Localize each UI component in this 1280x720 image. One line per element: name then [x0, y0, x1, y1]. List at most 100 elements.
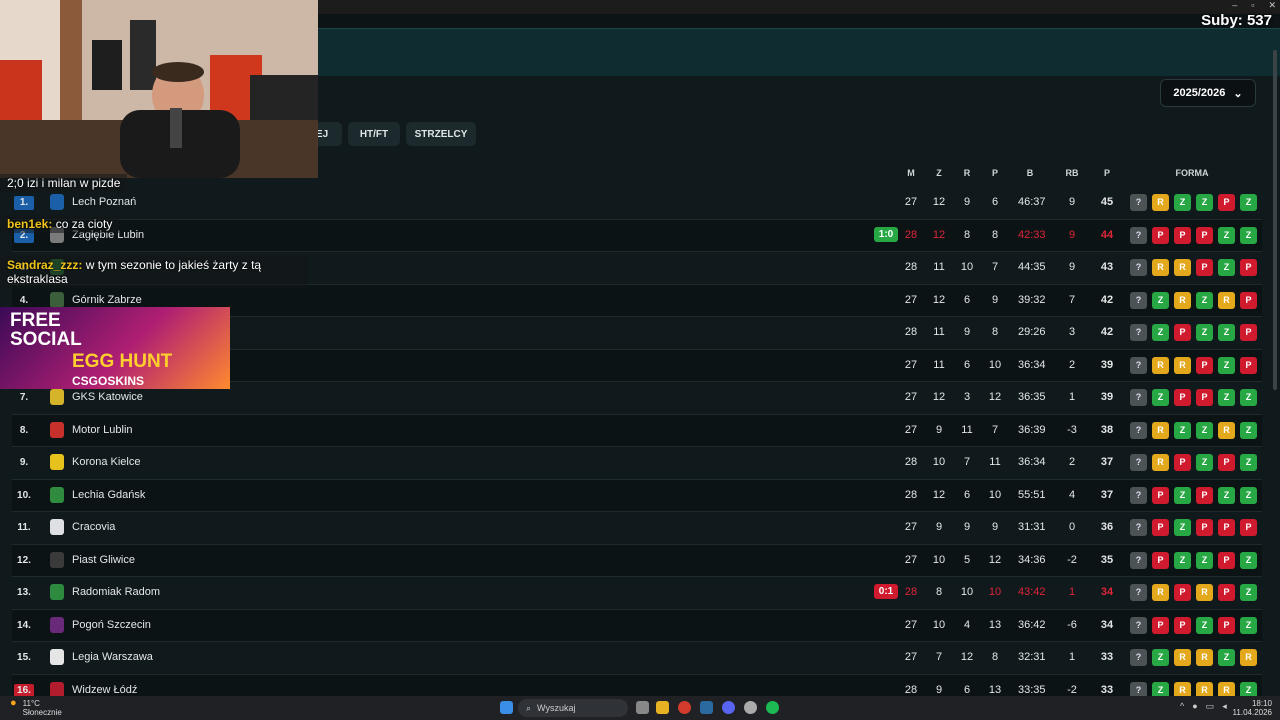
- form-badge[interactable]: P: [1196, 486, 1213, 504]
- form-badge[interactable]: P: [1174, 454, 1191, 471]
- team-name[interactable]: Piast Gliwice: [72, 554, 135, 566]
- form-badge[interactable]: R: [1196, 649, 1213, 666]
- spotify-icon[interactable]: [766, 701, 779, 714]
- form-badge[interactable]: Z: [1240, 226, 1257, 244]
- form-badge[interactable]: ?: [1130, 259, 1147, 276]
- form-badge[interactable]: R: [1174, 649, 1191, 666]
- form-badge[interactable]: Z: [1240, 421, 1257, 439]
- tab-htft[interactable]: HT/FT: [348, 122, 400, 146]
- form-badge[interactable]: ?: [1130, 389, 1147, 406]
- form-badge[interactable]: R: [1152, 356, 1169, 374]
- folder-icon[interactable]: [656, 701, 669, 714]
- form-badge[interactable]: Z: [1240, 194, 1257, 211]
- form-badge[interactable]: P: [1174, 226, 1191, 244]
- form-badge[interactable]: Z: [1196, 194, 1213, 211]
- form-badge[interactable]: Z: [1240, 616, 1257, 634]
- form-badge[interactable]: Z: [1152, 389, 1169, 406]
- form-badge[interactable]: P: [1218, 194, 1235, 211]
- form-badge[interactable]: R: [1174, 291, 1191, 309]
- form-badge[interactable]: R: [1152, 194, 1169, 211]
- taskbar-search[interactable]: ⌕ Wyszukaj: [518, 699, 628, 717]
- form-badge[interactable]: Z: [1240, 454, 1257, 471]
- start-icon[interactable]: [500, 701, 513, 714]
- form-badge[interactable]: P: [1196, 226, 1213, 244]
- form-badge[interactable]: P: [1240, 291, 1257, 309]
- form-badge[interactable]: Z: [1218, 389, 1235, 406]
- scrollbar[interactable]: [1272, 30, 1278, 690]
- form-badge[interactable]: ?: [1130, 421, 1147, 439]
- form-badge[interactable]: Z: [1152, 324, 1169, 341]
- form-badge[interactable]: P: [1196, 389, 1213, 406]
- team-name[interactable]: Radomiak Radom: [72, 586, 160, 598]
- form-badge[interactable]: P: [1240, 356, 1257, 374]
- obs-icon[interactable]: [744, 701, 757, 714]
- clock[interactable]: 18:10 11.04.2026: [1233, 699, 1272, 717]
- form-badge[interactable]: ?: [1130, 454, 1147, 471]
- table-row[interactable]: 13. Radomiak Radom 0:1 28 8 10 10 43:42 1 34? R P R P…: [12, 577, 1262, 610]
- form-badge[interactable]: Z: [1174, 194, 1191, 211]
- form-badge[interactable]: ?: [1130, 291, 1147, 309]
- form-badge[interactable]: Z: [1174, 486, 1191, 504]
- form-badge[interactable]: ?: [1130, 584, 1147, 601]
- form-badge[interactable]: P: [1196, 356, 1213, 374]
- form-badge[interactable]: Z: [1196, 324, 1213, 341]
- maximize-icon[interactable]: ▫: [1251, 0, 1254, 11]
- form-badge[interactable]: Z: [1218, 259, 1235, 276]
- minimize-icon[interactable]: –: [1232, 0, 1237, 11]
- form-badge[interactable]: P: [1240, 324, 1257, 341]
- form-badge[interactable]: Z: [1174, 551, 1191, 569]
- form-badge[interactable]: R: [1240, 649, 1257, 666]
- table-row[interactable]: 15. Legia Warszawa 27 7 12 8 32:31 1 33? Z R R Z R: [12, 642, 1262, 675]
- team-name[interactable]: Widzew Łódź: [72, 684, 137, 696]
- steam-icon[interactable]: [700, 701, 713, 714]
- form-badge[interactable]: P: [1196, 519, 1213, 536]
- season-select[interactable]: 2025/2026 ⌄: [1160, 79, 1256, 107]
- form-badge[interactable]: P: [1152, 226, 1169, 244]
- table-row[interactable]: 10. Lechia Gdańsk 28 12 6 10 55:51 4 37? P Z P Z Z: [12, 479, 1262, 512]
- form-badge[interactable]: R: [1174, 259, 1191, 276]
- form-badge[interactable]: R: [1152, 259, 1169, 276]
- table-row[interactable]: 14. Pogoń Szczecin 27 10 4 13 36:42 -6 34? P P Z P Z: [12, 609, 1262, 642]
- form-badge[interactable]: ?: [1130, 616, 1147, 634]
- team-name[interactable]: Lechia Gdańsk: [72, 489, 145, 501]
- form-badge[interactable]: P: [1218, 454, 1235, 471]
- form-badge[interactable]: Z: [1174, 421, 1191, 439]
- form-badge[interactable]: Z: [1218, 356, 1235, 374]
- scrollbar-thumb[interactable]: [1273, 50, 1277, 390]
- weather-widget[interactable]: ● 11°C Słonecznie: [10, 698, 62, 718]
- form-badge[interactable]: R: [1196, 584, 1213, 601]
- team-name[interactable]: Cracovia: [72, 521, 115, 533]
- form-badge[interactable]: R: [1174, 356, 1191, 374]
- form-badge[interactable]: P: [1240, 519, 1257, 536]
- discord-icon[interactable]: [722, 701, 735, 714]
- team-name[interactable]: Legia Warszawa: [72, 651, 153, 663]
- table-row[interactable]: 1. Lech Poznań 27 12 9 6 46:37 9 45? R Z Z P Z: [12, 187, 1262, 220]
- form-badge[interactable]: R: [1218, 421, 1235, 439]
- form-badge[interactable]: ?: [1130, 194, 1147, 211]
- form-badge[interactable]: Z: [1196, 551, 1213, 569]
- form-badge[interactable]: P: [1152, 616, 1169, 634]
- form-badge[interactable]: ?: [1130, 226, 1147, 244]
- form-badge[interactable]: P: [1218, 519, 1235, 536]
- form-badge[interactable]: P: [1196, 259, 1213, 276]
- form-badge[interactable]: P: [1174, 389, 1191, 406]
- form-badge[interactable]: P: [1240, 259, 1257, 276]
- table-row[interactable]: 8. Motor Lublin 27 9 11 7 36:39 -3 38? R Z Z R Z: [12, 414, 1262, 447]
- close-icon[interactable]: ✕: [1268, 0, 1276, 11]
- form-badge[interactable]: Z: [1240, 389, 1257, 406]
- team-name[interactable]: Pogoń Szczecin: [72, 619, 151, 631]
- form-badge[interactable]: Z: [1218, 226, 1235, 244]
- form-badge[interactable]: P: [1152, 551, 1169, 569]
- form-badge[interactable]: R: [1152, 421, 1169, 439]
- form-badge[interactable]: P: [1218, 551, 1235, 569]
- form-badge[interactable]: ?: [1130, 356, 1147, 374]
- team-name[interactable]: Lech Poznań: [72, 196, 136, 208]
- form-badge[interactable]: ?: [1130, 519, 1147, 536]
- form-badge[interactable]: P: [1152, 519, 1169, 536]
- form-badge[interactable]: Z: [1196, 616, 1213, 634]
- form-badge[interactable]: P: [1174, 324, 1191, 341]
- team-name[interactable]: GKS Katowice: [72, 391, 143, 403]
- form-badge[interactable]: R: [1152, 454, 1169, 471]
- table-row[interactable]: 2. Zagłębie Lubin 1:0 28 12 8 8 42:33 9 44? P P P Z Z: [12, 219, 1262, 252]
- task-view-icon[interactable]: [636, 701, 649, 714]
